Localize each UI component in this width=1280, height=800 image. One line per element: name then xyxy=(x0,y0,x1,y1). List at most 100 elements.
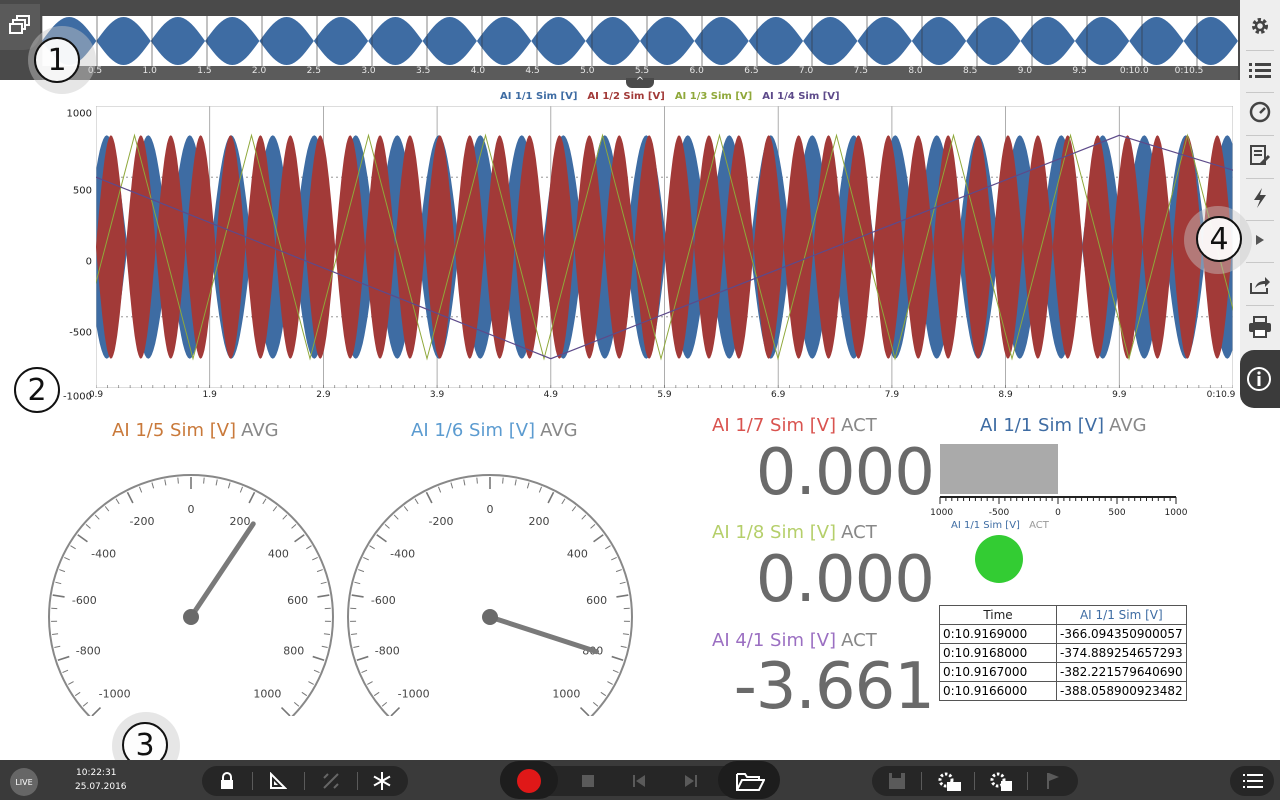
ruler-triangle-icon xyxy=(270,772,287,789)
gauge-tick xyxy=(52,633,59,636)
gauge-label: 200 xyxy=(529,515,550,528)
lightning-icon xyxy=(1254,188,1266,208)
cursor-measure-button[interactable] xyxy=(263,766,293,796)
gauge-label: -200 xyxy=(129,515,154,528)
overview-lobe xyxy=(1020,17,1075,65)
print-button[interactable] xyxy=(1240,307,1280,347)
overview-lobe xyxy=(205,17,260,65)
bargraph-bar xyxy=(940,444,1058,494)
gauge-tick xyxy=(85,524,91,529)
save-button[interactable] xyxy=(882,766,912,796)
gauge-label: -800 xyxy=(76,644,101,657)
gauge-pivot xyxy=(482,609,498,625)
led-indicator xyxy=(975,535,1023,583)
settings-button[interactable] xyxy=(1240,6,1280,46)
callout-2: 2 xyxy=(14,367,60,413)
values-table-container[interactable]: Time AI 1/1 Sim [V] 0:10.9169000 -366.09… xyxy=(939,605,1187,701)
skip-back-icon xyxy=(633,775,645,787)
gauge-tick xyxy=(369,545,375,550)
gauge-tick xyxy=(425,491,433,504)
report-button[interactable] xyxy=(1240,135,1280,175)
gauge-tick xyxy=(437,486,442,493)
instrument-mode: AVG xyxy=(241,420,279,441)
record-button[interactable] xyxy=(510,764,548,798)
gauge-tick xyxy=(282,514,288,520)
export-button[interactable] xyxy=(1240,265,1280,305)
menu-button[interactable] xyxy=(1238,766,1268,796)
led-title: AI 1/1 Sim [V] xyxy=(951,520,1020,531)
gauge-label: 600 xyxy=(287,594,308,607)
gauge-tick xyxy=(177,477,179,484)
recorder-plot-area[interactable] xyxy=(96,106,1233,388)
gauge-tick xyxy=(611,556,617,561)
gauge-tick xyxy=(547,491,555,504)
gauge-tick xyxy=(571,506,577,512)
overview-waveform xyxy=(42,16,1238,66)
overview-lobe xyxy=(911,17,967,65)
gauge-tick xyxy=(358,569,365,573)
gauge-label: -400 xyxy=(91,548,116,561)
overview-track[interactable] xyxy=(42,16,1238,66)
load-config-button[interactable] xyxy=(932,766,966,796)
callout-1: 1 xyxy=(34,37,80,83)
y-tick-label: 0 xyxy=(85,256,92,268)
gauge-tick xyxy=(227,482,231,489)
gauge-tick xyxy=(317,594,330,598)
overview-tick-label: 1.5 xyxy=(197,66,212,76)
gauge-label: 0 xyxy=(487,503,494,516)
stop-button[interactable] xyxy=(575,766,601,796)
lock-icon xyxy=(221,772,233,789)
gauge-tick xyxy=(115,498,120,505)
record-icon xyxy=(517,769,541,793)
save-config-button[interactable] xyxy=(984,766,1018,796)
legend-item: AI 1/1 Sim [V] xyxy=(500,91,578,102)
y-tick-label: -1000 xyxy=(62,391,92,403)
overview-tick-label: 4.0 xyxy=(470,66,486,76)
overview-tick-label: 5.5 xyxy=(634,66,650,76)
gauge-tick xyxy=(351,633,358,636)
trigger-button[interactable] xyxy=(1240,178,1280,218)
open-file-button[interactable] xyxy=(730,764,770,798)
gauge-tick xyxy=(313,669,320,674)
gauge-label: 800 xyxy=(283,644,304,657)
right-sidebar xyxy=(1240,0,1280,400)
live-indicator[interactable]: LIVE xyxy=(10,768,38,796)
analog-gauge-2[interactable]: -1000-800-600-400-20002004006008001000 xyxy=(339,466,639,716)
horizontal-bargraph[interactable]: -1000 -500 0 500 1000 xyxy=(930,440,1190,520)
legend-item: AI 1/2 Sim [V] xyxy=(587,91,665,102)
expand-arrow-icon xyxy=(1256,235,1264,245)
scale-button[interactable] xyxy=(316,766,346,796)
freeze-button[interactable] xyxy=(367,766,397,796)
gauge-tick xyxy=(538,486,543,493)
gauge-tick xyxy=(592,702,599,707)
event-flag-button[interactable] xyxy=(1038,766,1068,796)
recorder-chart[interactable]: AI 1/1 Sim [V] AI 1/2 Sim [V] AI 1/3 Sim… xyxy=(0,88,1240,408)
lock-button[interactable] xyxy=(212,766,242,796)
table-cell: 0:10.9166000 xyxy=(939,681,1057,701)
gauge-tick xyxy=(82,702,89,707)
overview-tick-label: 3.5 xyxy=(416,66,431,76)
instruments-button[interactable] xyxy=(1240,92,1280,132)
previous-button[interactable] xyxy=(626,766,652,796)
gauge-tick xyxy=(308,681,314,685)
instrument-title: AI 1/5 Sim [V] xyxy=(112,420,237,441)
y-axis: 1000 500 0 -500 -1000 xyxy=(50,102,92,403)
overview-lobe xyxy=(368,17,423,65)
gauge-tick xyxy=(607,681,613,685)
gauge-tick xyxy=(356,655,369,662)
x-tick-label: 6.9 xyxy=(771,390,786,400)
next-button[interactable] xyxy=(678,766,704,796)
gauge-tick xyxy=(616,594,629,598)
overview-lobe xyxy=(531,17,586,65)
info-button[interactable] xyxy=(1240,350,1280,408)
analog-gauge-1[interactable]: -1000 -800 -600 -400 -200 0 200 400 600 800 1000 xyxy=(40,466,340,716)
stop-icon xyxy=(582,775,594,787)
gauge-tick xyxy=(612,669,619,674)
y-tick-label: -500 xyxy=(69,327,92,339)
gauge-tick xyxy=(316,569,323,573)
gauge-label: -1000 xyxy=(398,687,430,700)
overview-tick-label: 5.0 xyxy=(580,66,595,76)
channel-list-button[interactable] xyxy=(1240,50,1280,90)
gauge-tick xyxy=(320,581,327,585)
overview-collapse-handle[interactable]: ^ xyxy=(626,77,654,88)
